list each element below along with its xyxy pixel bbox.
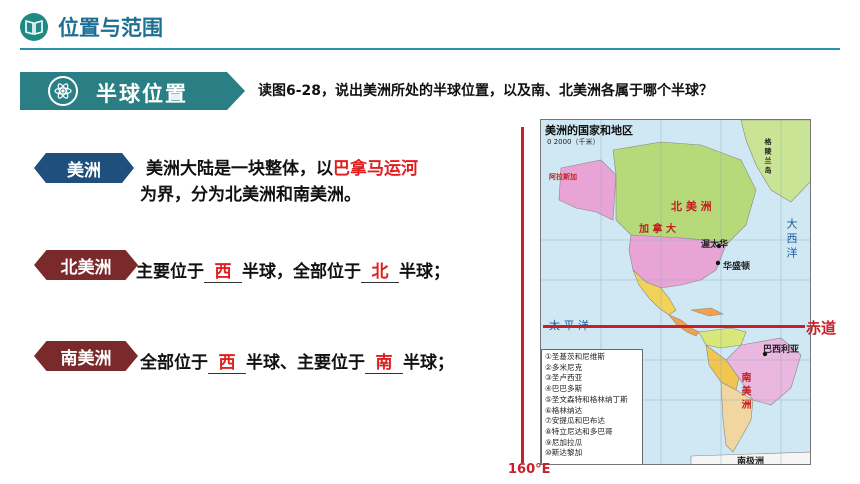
north-text-2: 半球，全部位于	[242, 262, 361, 282]
america-text: 美洲大陆是一块整体，以	[146, 159, 333, 179]
header-divider	[20, 48, 840, 50]
brasilia-label: 巴西利亚	[763, 345, 800, 355]
map-title: 美洲的国家和地区	[545, 124, 633, 137]
south-answer-2: 南	[365, 353, 403, 374]
legend-item: ⑧特立尼达和多巴哥	[545, 426, 613, 436]
washington-label: 华盛顿	[723, 262, 751, 272]
antarctica-label: 南极洲	[737, 457, 765, 465]
tag-america: 美洲	[34, 153, 134, 183]
canada-label: 加 拿 大	[639, 224, 676, 235]
legend-item: ②多米尼克	[545, 362, 583, 372]
question-text: 读图6-28，说出美洲所处的半球位置，以及南、北美洲各属于哪个半球？	[258, 83, 714, 99]
meridian-160e-line	[521, 127, 524, 463]
north-america-line: 主要位于西半球，全部位于北半球；	[136, 257, 450, 283]
north-america-label: 北 美 洲	[671, 200, 712, 213]
book-icon	[20, 13, 48, 41]
south-answer-1: 西	[208, 353, 246, 374]
south-america-label: 南 美 洲	[739, 372, 750, 409]
america-line-1: 美洲大陆是一块整体，以巴拿马运河	[146, 154, 418, 179]
alaska-label: 阿拉斯加	[549, 173, 577, 181]
south-text-2: 半球、主要位于	[246, 353, 365, 373]
south-america-line: 全部位于西半球、主要位于南半球；	[140, 348, 454, 374]
topic-banner: 半球位置	[20, 72, 245, 110]
north-text-3: 半球；	[399, 262, 450, 282]
legend-item: ⑦安提瓜和巴布达	[545, 416, 605, 426]
legend-item: ⑨尼加拉瓜	[545, 437, 583, 447]
legend-item: ①圣基茨和尼维斯	[545, 352, 605, 361]
atlantic-ocean-label: 大 西 洋	[785, 218, 798, 258]
america-line-2: 为界，分为北美洲和南美洲。	[140, 185, 361, 205]
north-answer-1: 西	[204, 262, 242, 283]
legend-item: ⑩斯达黎加	[545, 448, 583, 458]
alaska-shape	[558, 159, 617, 221]
legend-item: ④巴巴多斯	[545, 384, 583, 394]
legend-item: ③圣卢西亚	[545, 373, 583, 383]
ottawa-label: 渥太华	[701, 240, 729, 250]
north-answer-2: 北	[361, 262, 399, 283]
banner-title: 半球位置	[96, 82, 188, 106]
tag-south-america: 南美洲	[34, 341, 138, 371]
panama-canal-highlight: 巴拿马运河	[333, 159, 418, 179]
equator-label: 赤道	[806, 319, 837, 337]
equator-line	[543, 325, 805, 328]
map-scale: 0 2000（千米）	[547, 138, 600, 146]
south-text-3: 半球；	[403, 353, 454, 373]
americas-map: 美洲的国家和地区 0 2000（千米） 阿拉斯加 格 陵 兰 岛 北 美 洲 加…	[540, 119, 811, 465]
map-legend: ①圣基茨和尼维斯 ②多米尼克 ③圣卢西亚 ④巴巴多斯 ⑤圣文森特和格林纳丁斯 ⑥…	[541, 349, 643, 464]
legend-item: ⑥格林纳达	[545, 405, 583, 415]
tag-north-america: 北美洲	[34, 250, 138, 280]
greenland-label: 格 陵 兰 岛	[764, 138, 772, 174]
caribbean-shape	[690, 307, 724, 317]
meridian-label: 160°E	[508, 462, 551, 477]
canada-shape	[612, 141, 757, 246]
south-text-1: 全部位于	[140, 353, 208, 373]
atom-icon	[48, 76, 78, 106]
legend-item: ⑤圣文森特和格林纳丁斯	[545, 394, 628, 404]
north-text-1: 主要位于	[136, 262, 204, 282]
section-title: 位置与范围	[58, 16, 163, 40]
page-header: 位置与范围	[20, 10, 163, 44]
